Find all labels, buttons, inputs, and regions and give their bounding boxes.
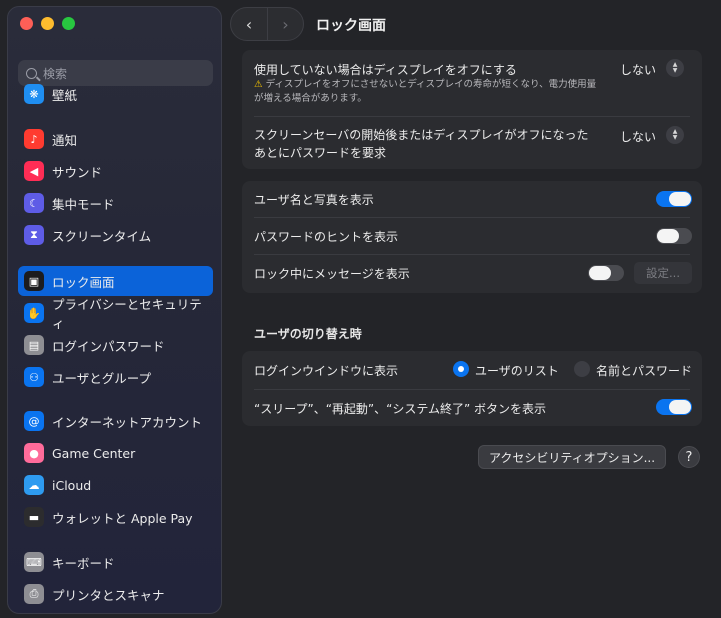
sidebar-item-label: 通知 [52, 132, 78, 148]
login-window-label: ログインウインドウに表示 [254, 364, 399, 378]
sidebar-item-label: キーボード [52, 555, 115, 571]
divider [254, 254, 690, 255]
sidebar-item-label: ウォレットと Apple Pay [52, 510, 193, 526]
show-user-toggle[interactable] [656, 191, 692, 207]
speaker-icon: ◀ [24, 161, 44, 181]
sidebar-item-label: ユーザとグループ [52, 370, 152, 386]
sidebar-item-hand[interactable]: ✋ プライバシーとセキュリティ [18, 297, 213, 331]
power-buttons-label: “スリープ”、“再起動”、“システム終了” ボタンを表示 [254, 402, 547, 416]
sidebar-item-label: iCloud [52, 477, 92, 493]
main-pane: ‹ › ロック画面 使用していない場合はディスプレイをオフにする ⚠ ディスプレ… [230, 0, 721, 618]
help-button[interactable]: ? [678, 446, 700, 468]
hourglass-icon: ⧗ [24, 225, 44, 245]
show-hint-label: パスワードのヒントを表示 [254, 230, 399, 244]
search-icon [26, 67, 37, 79]
sidebar-item-game-center[interactable]: ● Game Center [18, 438, 213, 468]
divider [254, 217, 690, 218]
name-password-radio[interactable] [574, 361, 590, 377]
sidebar-item-printer[interactable]: ⎙ プリンタとスキャナ [18, 579, 213, 609]
printer-icon: ⎙ [24, 584, 44, 604]
at-icon: @ [24, 411, 44, 431]
sidebar-item-hourglass[interactable]: ⧗ スクリーンタイム [18, 220, 213, 250]
close-button[interactable] [20, 17, 33, 30]
lock-screen-icon: ▣ [24, 271, 44, 291]
password-require-stepper-icon[interactable]: ▲ ▼ [666, 126, 684, 144]
sidebar-item-padlock[interactable]: ▤ ログインパスワード [18, 330, 213, 360]
sidebar-item-keyboard[interactable]: ⌨ キーボード [18, 547, 213, 577]
screen-off-stepper-icon[interactable]: ▲ ▼ [666, 59, 684, 77]
zoom-button[interactable] [62, 17, 75, 30]
chevron-left-icon: ‹ [245, 14, 253, 34]
chevron-right-icon: › [282, 14, 289, 34]
nav-buttons: ‹ › [230, 7, 304, 41]
divider [254, 389, 690, 390]
password-require-label-2: あとにパスワードを要求 [254, 146, 387, 160]
wallet-icon: ▬ [24, 507, 44, 527]
password-require-value[interactable]: しない [620, 128, 656, 145]
sidebar-item-wallpaper[interactable]: ❋ 壁紙 [18, 79, 213, 109]
password-require-label-1: スクリーンセーバの開始後またはディスプレイがオフになった [254, 128, 589, 142]
screen-off-warning: ⚠ ディスプレイをオフにさせないとディスプレイの寿命が短くなり、電力使用量が増え… [254, 79, 597, 104]
padlock-icon: ▤ [24, 335, 44, 355]
message-settings-button[interactable]: 設定... [634, 262, 692, 284]
back-button[interactable]: ‹ [231, 8, 267, 40]
forward-button[interactable]: › [267, 8, 303, 40]
sidebar: 検索 ❋ 壁紙 ♪ 通知 ◀ サウンド ☾ 集中モード ⧗ スクリーンタイム ▣ ロック画面 ✋ プライバ… [7, 6, 222, 614]
show-message-toggle[interactable] [588, 265, 624, 281]
name-password-label[interactable]: 名前とパスワード [596, 362, 692, 379]
show-message-label: ロック中にメッセージを表示 [254, 267, 410, 281]
accessibility-options-button[interactable]: アクセシビリティオプション... [478, 445, 666, 469]
user-switching-title: ユーザの切り替え時 [254, 327, 362, 341]
sidebar-item-users[interactable]: ⚇ ユーザとグループ [18, 362, 213, 392]
users-icon: ⚇ [24, 367, 44, 387]
sidebar-item-moon[interactable]: ☾ 集中モード [18, 188, 213, 218]
sidebar-item-wallet[interactable]: ▬ ウォレットと Apple Pay [18, 502, 213, 532]
display-settings-group: 使用していない場合はディスプレイをオフにする ⚠ ディスプレイをオフにさせないと… [242, 50, 702, 169]
sidebar-item-cloud[interactable]: ☁ iCloud [18, 470, 213, 500]
sidebar-item-label: 集中モード [52, 196, 115, 212]
page-title: ロック画面 [316, 18, 386, 34]
show-user-label: ユーザ名と写真を表示 [254, 193, 374, 207]
cloud-icon: ☁ [24, 475, 44, 495]
user-switching-group: ログインウインドウに表示 ユーザのリスト 名前とパスワード “スリープ”、“再起… [242, 351, 702, 426]
sidebar-item-label: プリンタとスキャナ [52, 587, 165, 603]
game-center-icon: ● [24, 443, 44, 463]
sidebar-item-label: ロック画面 [52, 274, 115, 290]
screen-off-value[interactable]: しない [620, 61, 656, 78]
login-display-group: ユーザ名と写真を表示 パスワードのヒントを表示 ロック中にメッセージを表示 設定… [242, 181, 702, 293]
sidebar-item-label: プライバシーとセキュリティ [52, 297, 202, 331]
keyboard-icon: ⌨ [24, 552, 44, 572]
sidebar-item-label: 壁紙 [52, 87, 78, 103]
sidebar-item-label: スクリーンタイム [52, 228, 152, 244]
divider [254, 116, 690, 117]
show-hint-toggle[interactable] [656, 228, 692, 244]
sidebar-item-label: ログインパスワード [52, 338, 165, 354]
window-controls [20, 17, 75, 30]
sidebar-item-speaker[interactable]: ◀ サウンド [18, 156, 213, 186]
screen-off-label: 使用していない場合はディスプレイをオフにする [254, 63, 517, 77]
bell-icon: ♪ [24, 129, 44, 149]
sidebar-item-bell[interactable]: ♪ 通知 [18, 124, 213, 154]
sidebar-item-at[interactable]: @ インターネットアカウント [18, 406, 213, 436]
warning-icon: ⚠ [254, 79, 263, 90]
sidebar-item-label: インターネットアカウント [52, 414, 203, 430]
moon-icon: ☾ [24, 193, 44, 213]
sidebar-item-label: Game Center [52, 445, 136, 461]
sidebar-item-lock-screen[interactable]: ▣ ロック画面 [18, 266, 213, 296]
hand-icon: ✋ [24, 303, 44, 323]
settings-window: 検索 ❋ 壁紙 ♪ 通知 ◀ サウンド ☾ 集中モード ⧗ スクリーンタイム ▣ ロック画面 ✋ プライバ… [0, 0, 721, 618]
minimize-button[interactable] [41, 17, 54, 30]
user-list-radio[interactable] [453, 361, 469, 377]
sidebar-item-label: サウンド [52, 164, 103, 180]
user-list-label[interactable]: ユーザのリスト [475, 362, 559, 379]
wallpaper-icon: ❋ [24, 84, 44, 104]
power-buttons-toggle[interactable] [656, 399, 692, 415]
